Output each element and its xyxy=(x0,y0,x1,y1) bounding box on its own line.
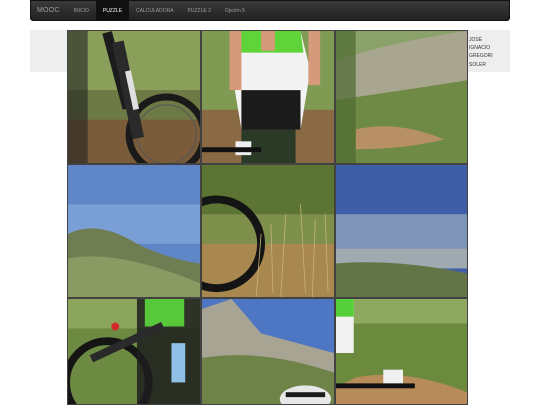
author-line: IGNACIO xyxy=(469,45,491,52)
nav-item-puzzle-2[interactable]: PUZZLE 2 xyxy=(181,1,218,20)
puzzle-tile-hillside[interactable] xyxy=(335,30,468,164)
puzzle-tile-sky-mountain[interactable] xyxy=(67,164,201,298)
top-navbar: MOOC INICIO PUZZLE CALCULADORA PUZZLE 2 … xyxy=(30,0,510,21)
nav-item-calculadora[interactable]: CALCULADORA xyxy=(129,1,181,20)
puzzle-tile-bike-frame[interactable] xyxy=(67,298,201,405)
nav-menu: INICIO PUZZLE CALCULADORA PUZZLE 2 Opció… xyxy=(67,1,252,20)
author-line: GREGORI xyxy=(469,53,493,60)
brand-logo[interactable]: MOOC xyxy=(31,7,67,14)
nav-item-inicio[interactable]: INICIO xyxy=(67,1,96,20)
nav-item-puzzle[interactable]: PUZZLE xyxy=(95,1,130,20)
puzzle-grid xyxy=(67,30,468,405)
author-line: SOLER xyxy=(469,61,486,68)
puzzle-tile-wheel-grass[interactable] xyxy=(201,164,335,298)
puzzle-tile-helmet-rocks[interactable] xyxy=(201,298,335,405)
author-name: JOSÉ IGNACIO GREGORI SOLER xyxy=(469,36,509,69)
puzzle-tile-bike-fork[interactable] xyxy=(67,30,201,164)
puzzle-tile-cyclist-jersey[interactable] xyxy=(201,30,335,164)
puzzle-tile-valley-view[interactable] xyxy=(335,164,468,298)
author-line: JOSÉ xyxy=(469,37,483,43)
puzzle-tile-glove-trail[interactable] xyxy=(335,298,468,405)
nav-item-opcion-5[interactable]: Opción 5 xyxy=(218,1,252,20)
